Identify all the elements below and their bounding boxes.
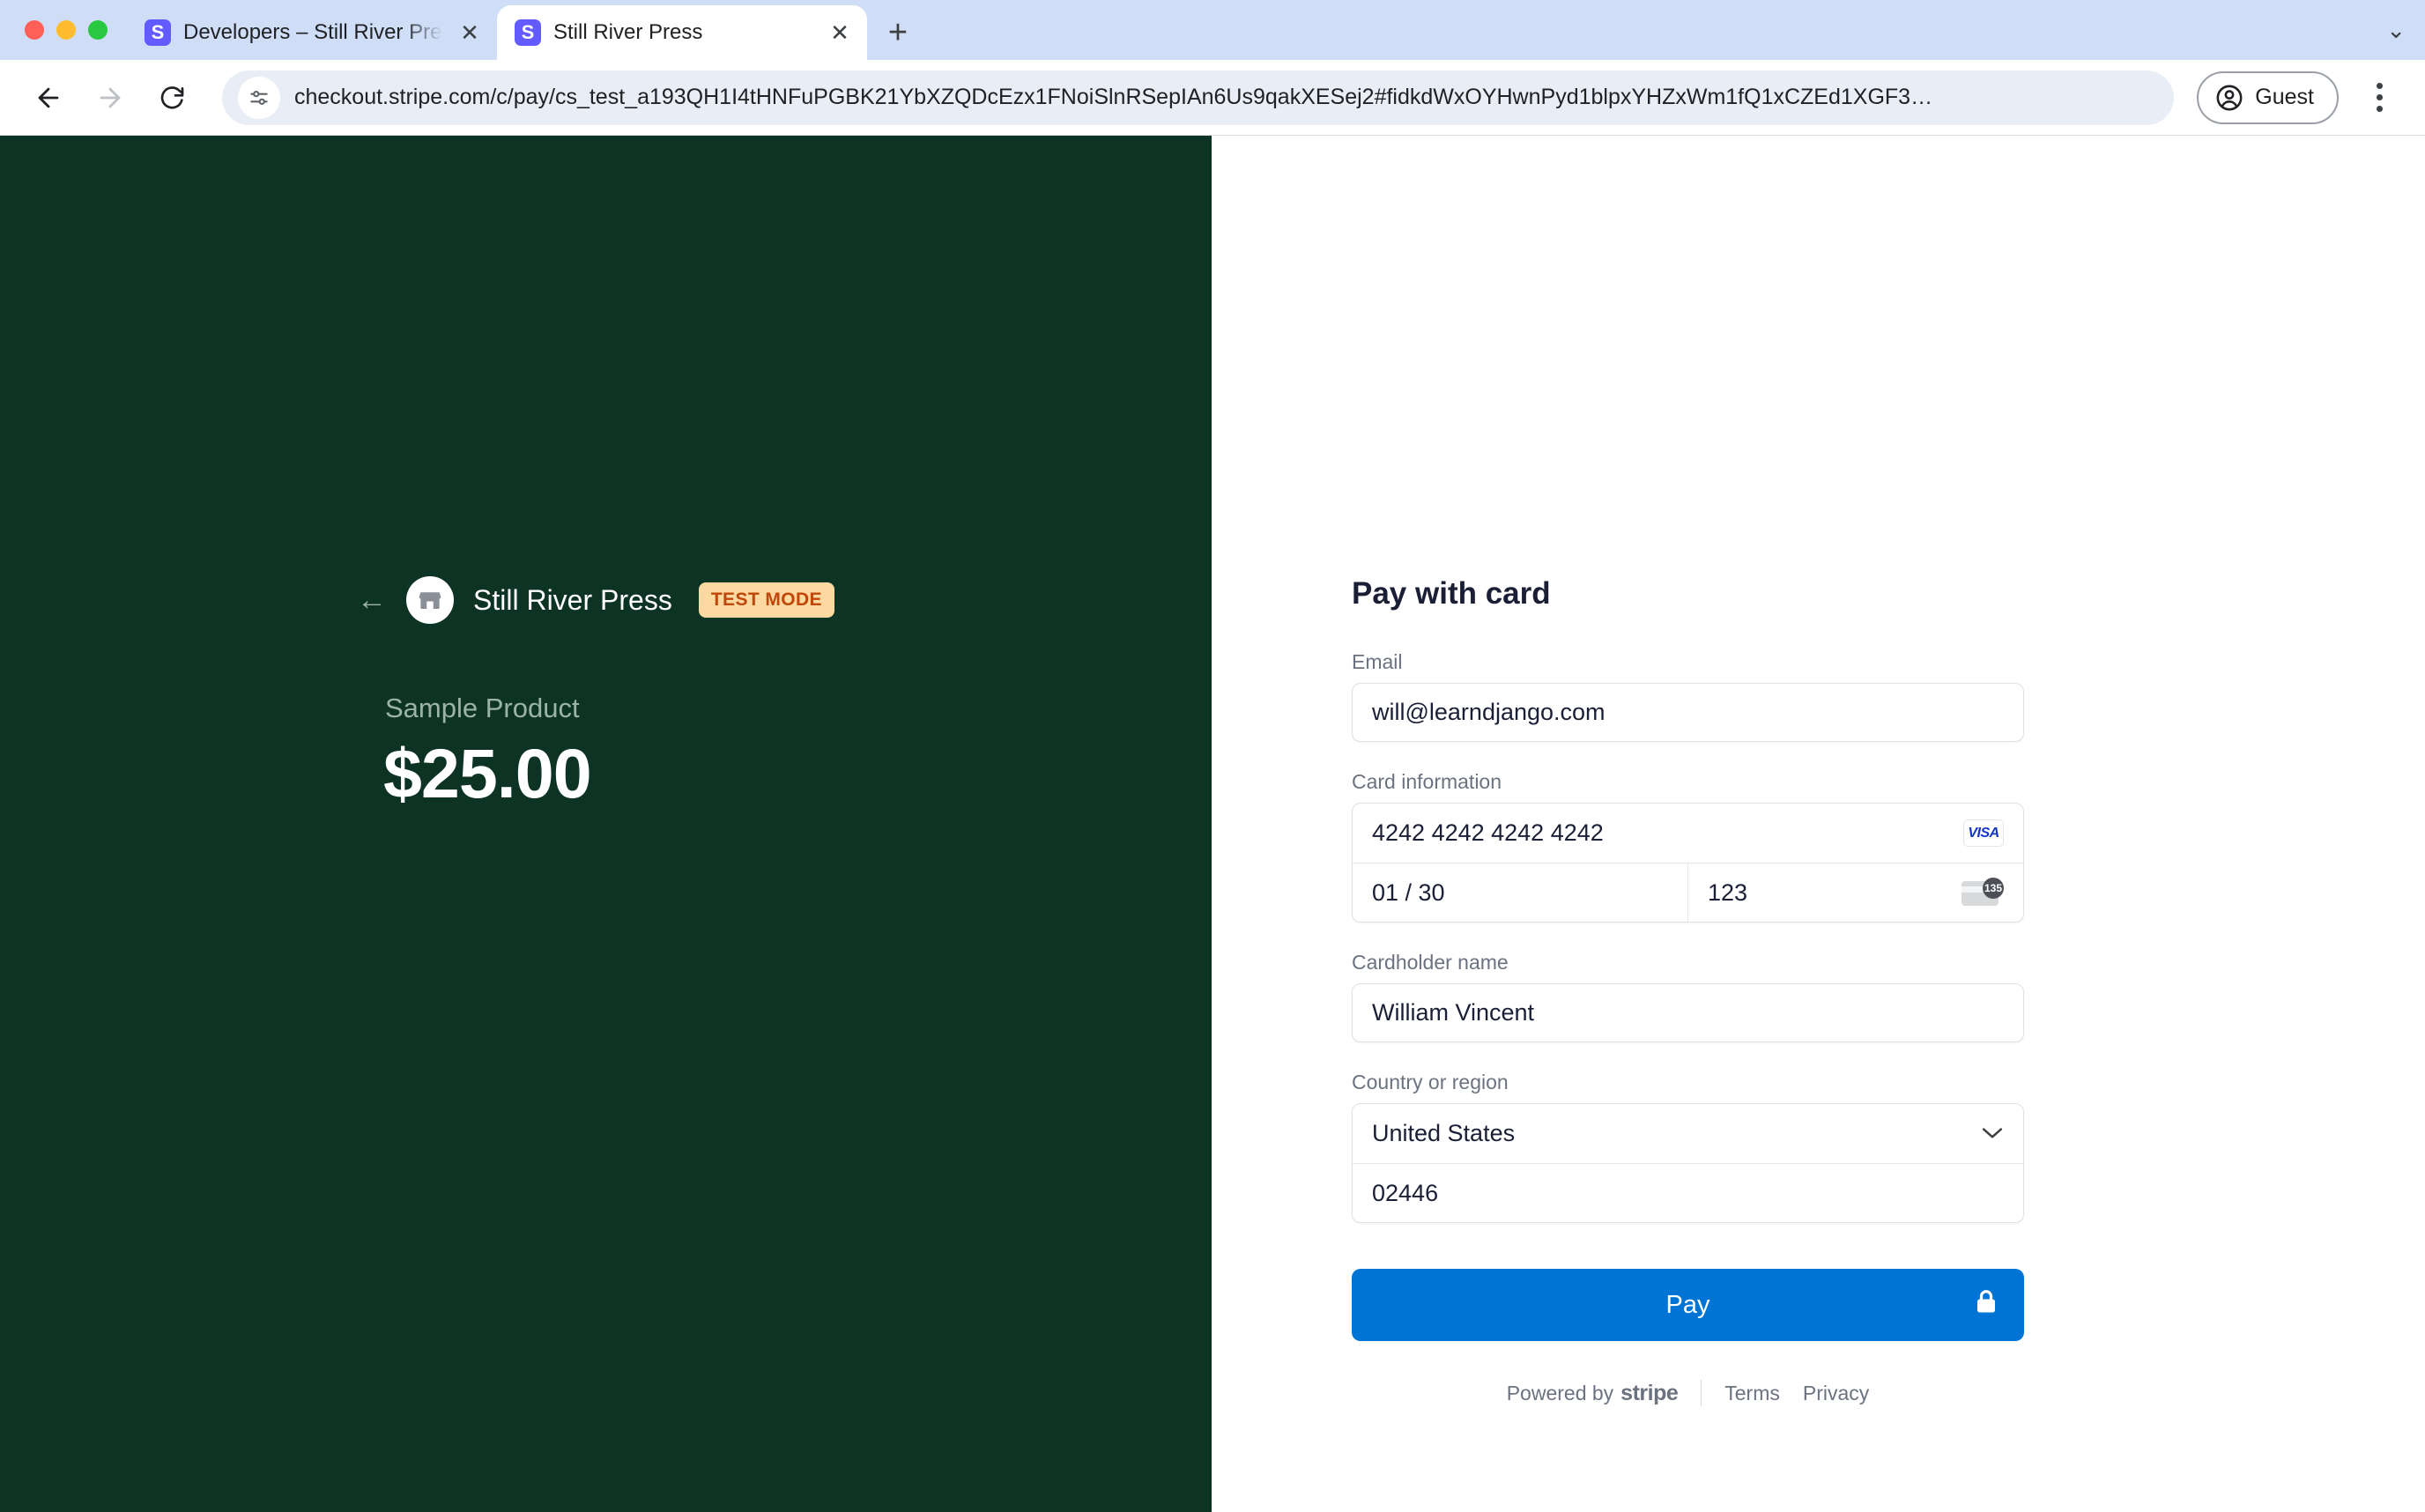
chevron-down-icon: [1981, 1122, 2004, 1146]
terms-link[interactable]: Terms: [1724, 1382, 1780, 1405]
account-circle-icon: [2216, 85, 2243, 110]
card-cvc-input[interactable]: 123 135: [1687, 863, 2023, 922]
browser-window: S Developers – Still River Press ✕ S Sti…: [0, 0, 2425, 1512]
pay-button[interactable]: Pay: [1352, 1269, 2024, 1341]
product-name: Sample Product: [385, 693, 580, 723]
tabstrip-right-group: ⌄: [2386, 0, 2425, 60]
merchant-name: Still River Press: [473, 583, 672, 616]
country-postal-box: United States 02446: [1352, 1103, 2024, 1223]
reload-button[interactable]: [145, 70, 199, 125]
window-traffic-lights: [16, 0, 127, 60]
close-window-button[interactable]: [25, 20, 44, 40]
footer-divider: [1701, 1380, 1702, 1406]
visa-label: VISA: [1968, 825, 1999, 841]
maximize-window-button[interactable]: [88, 20, 108, 40]
page-title: Pay with card: [1352, 576, 1551, 611]
cardholder-name-value: William Vincent: [1372, 999, 1535, 1026]
email-value: will@learndjango.com: [1372, 699, 1606, 725]
order-summary-panel: ← Still River Press TEST MODE Sample Pro…: [0, 136, 1212, 1512]
postal-code-input[interactable]: 02446: [1353, 1163, 2023, 1222]
url-text: checkout.stripe.com/c/pay/cs_test_a193QH…: [294, 85, 1933, 109]
tab-title: Still River Press: [553, 20, 703, 44]
card-information-box: 4242 4242 4242 4242 VISA 01 / 30 123 135: [1352, 803, 2024, 923]
profile-label: Guest: [2255, 85, 2314, 109]
product-price: $25.00: [383, 734, 592, 812]
card-expiry-value: 01 / 30: [1372, 878, 1445, 906]
address-bar[interactable]: checkout.stripe.com/c/pay/cs_test_a193QH…: [222, 70, 2175, 125]
reload-icon: [160, 85, 184, 108]
cardholder-name-input[interactable]: William Vincent: [1352, 983, 2024, 1042]
close-tab-icon[interactable]: ✕: [825, 18, 855, 48]
email-input[interactable]: will@learndjango.com: [1352, 683, 2024, 742]
cardholder-name-label: Cardholder name: [1352, 951, 1509, 974]
card-information-group: Card information 4242 4242 4242 4242 VIS…: [1352, 770, 2024, 923]
visa-brand-icon: VISA: [1963, 819, 2004, 847]
browser-tab-still-river-press[interactable]: S Still River Press ✕: [497, 5, 867, 60]
email-field-group: Email will@learndjango.com: [1352, 650, 2024, 742]
powered-by-label: Powered by: [1506, 1381, 1614, 1405]
country-value: United States: [1372, 1120, 1516, 1146]
payment-form: Pay with card Email will@learndjango.com…: [1352, 576, 2024, 1406]
lock-icon: [1975, 1288, 1998, 1322]
stripe-favicon-icon: S: [145, 19, 171, 46]
browser-toolbar: checkout.stripe.com/c/pay/cs_test_a193QH…: [0, 60, 2425, 136]
country-region-label: Country or region: [1352, 1071, 1509, 1093]
email-label: Email: [1352, 650, 1403, 673]
cvc-hint-icon: 135: [1962, 878, 2004, 908]
cardholder-name-group: Cardholder name William Vincent: [1352, 951, 2024, 1042]
back-to-merchant-arrow-icon[interactable]: ←: [357, 585, 387, 615]
tab-strip: S Developers – Still River Press ✕ S Sti…: [0, 0, 2425, 60]
back-button[interactable]: [21, 70, 76, 125]
tab-search-chevron-down-icon[interactable]: ⌄: [2386, 17, 2406, 44]
card-expiry-input[interactable]: 01 / 30: [1353, 863, 1687, 922]
country-region-group: Country or region United States 02446: [1352, 1071, 2024, 1223]
stripe-favicon-icon: S: [515, 19, 541, 46]
card-information-label: Card information: [1352, 770, 1502, 793]
cvc-hint-digits: 135: [1983, 878, 2004, 899]
card-number-value: 4242 4242 4242 4242: [1372, 819, 1604, 846]
privacy-link[interactable]: Privacy: [1803, 1382, 1869, 1405]
postal-code-value: 02446: [1372, 1179, 1439, 1206]
payment-panel: Pay with card Email will@learndjango.com…: [1212, 136, 2425, 1512]
forward-button[interactable]: [83, 70, 137, 125]
new-tab-button[interactable]: +: [878, 12, 918, 53]
browser-menu-button[interactable]: [2355, 73, 2404, 122]
card-number-row: 4242 4242 4242 4242 VISA: [1353, 804, 2023, 863]
close-tab-icon[interactable]: ✕: [455, 18, 485, 48]
order-summary-content: ← Still River Press TEST MODE Sample Pro…: [357, 576, 834, 814]
powered-by-stripe[interactable]: Powered by stripe: [1507, 1381, 1679, 1406]
back-arrow-icon: [38, 87, 59, 107]
pay-button-label: Pay: [1665, 1290, 1710, 1319]
tab-title: Developers – Still River Press: [183, 20, 442, 44]
test-mode-badge: TEST MODE: [698, 582, 834, 618]
storefront-icon: [406, 576, 454, 624]
profile-guest-button[interactable]: Guest: [2197, 70, 2339, 124]
checkout-footer: Powered by stripe Terms Privacy: [1352, 1380, 2024, 1406]
card-expiry-cvc-row: 01 / 30 123 135: [1353, 863, 2023, 922]
country-select[interactable]: United States: [1353, 1104, 2023, 1163]
browser-tab-developers[interactable]: S Developers – Still River Press ✕: [127, 5, 497, 60]
forward-arrow-icon: [100, 87, 121, 107]
site-settings-tune-icon[interactable]: [238, 76, 280, 119]
merchant-header: ← Still River Press TEST MODE: [357, 576, 834, 624]
card-number-input[interactable]: 4242 4242 4242 4242 VISA: [1353, 804, 2023, 863]
stripe-wordmark: stripe: [1620, 1380, 1679, 1405]
card-cvc-value: 123: [1708, 878, 1748, 906]
minimize-window-button[interactable]: [56, 20, 76, 40]
stripe-checkout-page: ← Still River Press TEST MODE Sample Pro…: [0, 136, 2425, 1512]
